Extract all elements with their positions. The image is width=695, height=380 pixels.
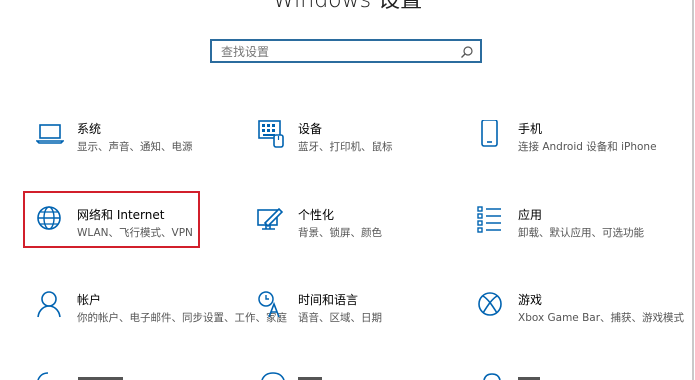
settings-tile-accounts[interactable]: 帐户 你的帐户、电子邮件、同步设置、工作、家庭 xyxy=(36,291,287,351)
search-placeholder: 查找设置 xyxy=(221,45,270,59)
tile-description: 背景、锁屏、颜色 xyxy=(298,227,382,239)
phone-icon xyxy=(477,120,505,148)
tile-description: 蓝牙、打印机、鼠标 xyxy=(298,141,393,153)
laptop-icon xyxy=(36,120,64,148)
xbox-icon xyxy=(477,291,505,319)
tile-title: 系统 xyxy=(77,122,102,136)
scrollbar[interactable] xyxy=(692,0,694,380)
page-title: Windows 设置 xyxy=(272,0,423,13)
tile-title: 网络和 Internet xyxy=(77,208,165,222)
tile-title: 时间和语言 xyxy=(298,293,359,307)
tile-description: WLAN、飞行模式、VPN xyxy=(77,227,193,239)
settings-tile-time-language[interactable]: 时间和语言 语音、区域、日期 xyxy=(257,291,457,351)
paint-icon xyxy=(257,206,285,234)
person-icon xyxy=(36,291,64,319)
tile-title: 个性化 xyxy=(298,208,335,222)
time-language-icon xyxy=(257,291,285,319)
tile-description: 语音、区域、日期 xyxy=(298,312,382,324)
tile-title: 帐户 xyxy=(77,293,102,307)
tile-description: 连接 Android 设备和 iPhone xyxy=(518,141,657,153)
tile-description: 卸载、默认应用、可选功能 xyxy=(518,227,644,239)
partial-tile-row xyxy=(0,370,695,380)
tile-title: 设备 xyxy=(298,122,323,136)
tile-description: 你的帐户、电子邮件、同步设置、工作、家庭 xyxy=(77,312,287,324)
settings-tile-gaming[interactable]: 游戏 Xbox Game Bar、捕获、游戏模式 xyxy=(477,291,684,351)
settings-tile-personalization[interactable]: 个性化 背景、锁屏、颜色 xyxy=(257,206,457,266)
settings-tile-apps[interactable]: 应用 卸载、默认应用、可选功能 xyxy=(477,206,677,266)
tile-title: 手机 xyxy=(518,122,543,136)
tile-description: 显示、声音、通知、电源 xyxy=(77,141,193,153)
settings-tile-network[interactable]: 网络和 Internet WLAN、飞行模式、VPN xyxy=(23,191,236,266)
tile-title: 应用 xyxy=(518,208,543,222)
globe-icon xyxy=(36,206,64,234)
settings-tile-devices[interactable]: 设备 蓝牙、打印机、鼠标 xyxy=(257,120,457,180)
apps-icon xyxy=(477,206,505,234)
keyboard-icon xyxy=(257,120,285,148)
search-input[interactable]: 查找设置 xyxy=(210,39,482,63)
settings-tile-system[interactable]: 系统 显示、声音、通知、电源 xyxy=(36,120,236,180)
tile-description: Xbox Game Bar、捕获、游戏模式 xyxy=(518,312,685,324)
search-icon[interactable] xyxy=(460,45,474,59)
settings-tile-phone[interactable]: 手机 连接 Android 设备和 iPhone xyxy=(477,120,677,180)
tile-title: 游戏 xyxy=(518,293,543,307)
